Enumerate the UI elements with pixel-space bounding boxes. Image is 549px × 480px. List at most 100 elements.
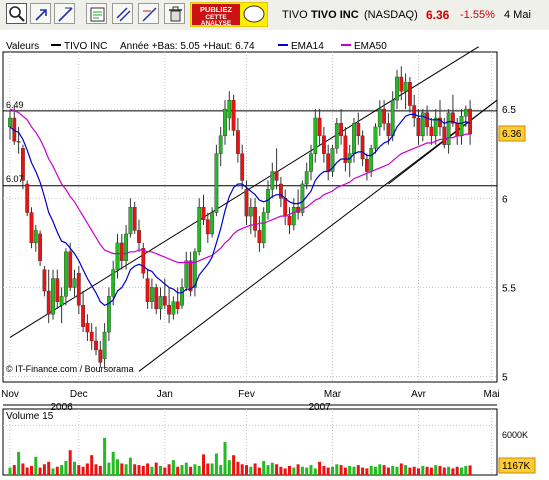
- volume-tick-label: 6000K: [502, 430, 528, 440]
- volume-bar: [279, 466, 283, 475]
- cursor-icon[interactable]: [30, 3, 51, 24]
- ref-label-high: 6.49: [6, 100, 24, 110]
- volume-bar: [232, 455, 236, 475]
- volume-bar: [305, 467, 309, 475]
- x-year-label: 2007: [308, 402, 331, 413]
- volume-bar: [348, 465, 352, 475]
- candle-body: [283, 198, 288, 217]
- volume-bar: [412, 466, 416, 475]
- volume-bar: [51, 468, 55, 475]
- volume-bar: [128, 457, 132, 475]
- candle-body: [33, 230, 38, 244]
- volume-bar: [404, 465, 408, 475]
- candle-body: [369, 148, 374, 172]
- candle-body: [184, 260, 189, 288]
- fibonacci-icon[interactable]: [138, 3, 159, 24]
- candle-body: [154, 287, 159, 310]
- candle-body: [175, 301, 180, 310]
- candle-body: [158, 296, 163, 310]
- volume-bar: [266, 465, 270, 475]
- volume-bar: [309, 465, 313, 475]
- volume-bar: [313, 468, 317, 475]
- volume-bar: [94, 464, 98, 475]
- toolbar: PUBLIEZ CETTE ANALYSE TIVO TIVO INC (NAS…: [0, 0, 549, 30]
- candle-body: [128, 206, 133, 235]
- volume-bar: [107, 462, 111, 475]
- volume-bar: [369, 465, 373, 475]
- volume-bar: [283, 468, 287, 475]
- volume-bar: [103, 437, 107, 475]
- y-tick-label: 6: [502, 194, 508, 205]
- volume-bar: [167, 464, 171, 475]
- volume-bar: [193, 464, 197, 475]
- candle-body: [334, 123, 339, 149]
- x-month-label: Avr: [411, 389, 426, 400]
- candle-body: [38, 233, 43, 261]
- header-change: -1.55%: [460, 9, 495, 21]
- zoom-icon[interactable]: [6, 3, 27, 24]
- candle-body: [257, 230, 262, 244]
- candle-body: [46, 290, 51, 315]
- volume-bar: [176, 466, 180, 475]
- candle-body: [223, 108, 227, 137]
- volume-bar: [34, 456, 38, 475]
- candle-body: [326, 153, 331, 172]
- candle-body: [304, 171, 309, 185]
- volume-bar: [236, 461, 240, 475]
- speech-bubble-icon: [243, 5, 265, 23]
- candle-body: [149, 287, 154, 302]
- candle-body: [145, 278, 150, 302]
- volume-bar: [460, 467, 463, 475]
- candle-body: [59, 296, 64, 306]
- volume-bar: [111, 451, 115, 475]
- candle-body: [98, 349, 103, 363]
- candle-body: [188, 260, 193, 292]
- volume-bar: [421, 465, 425, 475]
- candle-body: [42, 269, 47, 292]
- volume-panel-frame: [2, 408, 498, 476]
- legend-ema50: EMA50: [354, 41, 387, 52]
- publish-analysis-banner[interactable]: PUBLIEZ CETTE ANALYSE: [189, 1, 269, 28]
- candle-body: [309, 153, 313, 172]
- volume-bar: [361, 467, 365, 475]
- candle-body: [29, 212, 34, 244]
- channel-icon[interactable]: [112, 3, 133, 24]
- x-month-label: Nov: [1, 389, 19, 400]
- candle-body: [201, 206, 206, 220]
- candle-body: [382, 108, 386, 124]
- volume-bar: [352, 466, 356, 475]
- candle-body: [287, 215, 292, 226]
- volume-bar: [98, 465, 102, 475]
- volume-bar: [326, 467, 330, 475]
- candle-body: [76, 272, 81, 306]
- volume-bar: [116, 459, 119, 475]
- candle-body: [412, 105, 417, 119]
- header-symbol: TIVO: [282, 9, 308, 21]
- candle-body: [386, 123, 391, 137]
- candle-body: [171, 301, 176, 315]
- line-draw-icon[interactable]: [54, 3, 75, 24]
- annotate-icon[interactable]: [86, 3, 107, 24]
- volume-bar: [150, 466, 154, 475]
- candle-body: [261, 212, 266, 244]
- volume-bar: [262, 460, 266, 475]
- volume-bar: [442, 467, 446, 475]
- volume-bar: [73, 461, 76, 475]
- volume-bar: [25, 467, 29, 475]
- candle-body: [390, 99, 395, 137]
- header-date: 4 Mai: [504, 9, 531, 21]
- candle-body: [55, 278, 60, 302]
- candle-body: [132, 206, 137, 231]
- candle-body: [68, 251, 73, 288]
- candle-body: [455, 123, 460, 137]
- volume-bar: [425, 466, 429, 475]
- volume-bar: [171, 460, 175, 475]
- trash-icon[interactable]: [164, 3, 185, 24]
- volume-bar: [378, 464, 382, 475]
- candle-body: [365, 158, 369, 172]
- candle-body: [227, 99, 232, 119]
- credit-text: © IT-Finance.com / Boursorama: [6, 364, 134, 374]
- volume-bar: [240, 464, 244, 475]
- volume-bar: [206, 463, 210, 475]
- price-chart[interactable]: 5 5.5 6 6.5 Nov Dec Jan Fev Mar Avr Mai 2006 2007 Va…: [0, 30, 549, 480]
